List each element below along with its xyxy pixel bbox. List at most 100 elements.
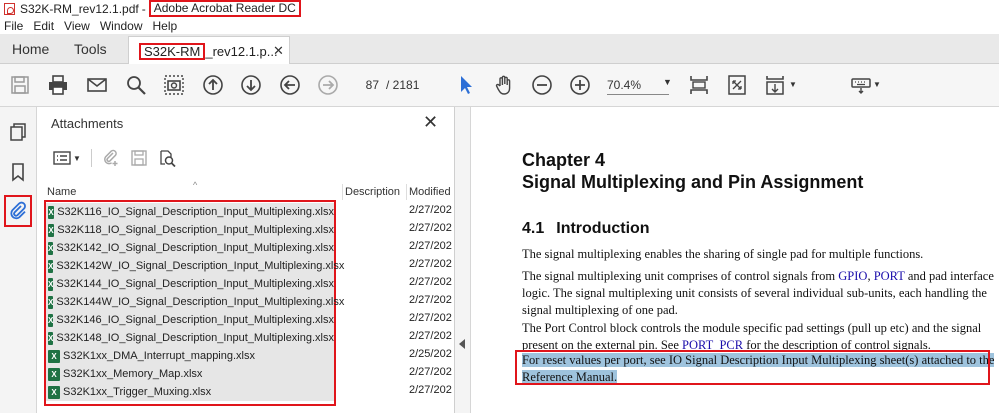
full-screen-icon[interactable] — [726, 74, 748, 96]
window-app-name: Adobe Acrobat Reader DC — [148, 0, 301, 17]
menu-view[interactable]: View — [64, 19, 90, 33]
bookmark-icon[interactable] — [5, 159, 31, 185]
panel-splitter[interactable] — [455, 107, 471, 413]
column-name[interactable]: Name — [47, 186, 76, 198]
column-separator[interactable] — [342, 184, 343, 200]
attachment-row[interactable]: X S32K142_IO_Signal_Description_Input_Mul… — [46, 239, 334, 257]
attachment-filename: S32K144W_IO_Signal_Description_Input_Mul… — [56, 296, 345, 308]
close-icon[interactable]: ✕ — [423, 112, 438, 133]
more-tools-dropdown-icon[interactable]: ▼ — [873, 80, 881, 89]
paragraph-2-text-a: The signal multiplexing unit comprises o… — [522, 269, 839, 283]
add-attachment-icon[interactable] — [100, 147, 122, 169]
attachment-modified-date: 2/27/202 — [409, 222, 452, 234]
options-dropdown-icon[interactable]: ▼ — [73, 154, 81, 163]
attachment-row[interactable]: X S32K142W_IO_Signal_Description_Input_Mu… — [46, 257, 344, 275]
scroll-mode-icon[interactable] — [764, 74, 786, 96]
tab-bar: Home Tools S32K-RM _rev12.1.p... ✕ — [0, 34, 999, 65]
excel-file-icon: X — [48, 223, 55, 237]
column-separator[interactable] — [406, 184, 407, 200]
search-attachments-icon[interactable] — [156, 147, 178, 169]
section-number: 4.1 — [522, 220, 545, 237]
attachment-row[interactable]: X S32K116_IO_Signal_Description_Input_Mul… — [46, 203, 334, 221]
zoom-level-input[interactable] — [607, 75, 669, 95]
link-port[interactable]: PORT — [874, 269, 905, 283]
document-page: Chapter 4 Signal Multiplexing and Pin As… — [471, 107, 999, 413]
attachment-filename: S32K146_IO_Signal_Description_Input_Mult… — [56, 314, 334, 326]
page-number-input[interactable] — [356, 75, 382, 95]
attachments-file-list: X S32K116_IO_Signal_Description_Input_Mul… — [44, 200, 344, 406]
email-icon[interactable] — [86, 74, 108, 96]
attachments-panel: Attachments ✕ ▼ Name ^ Description Modif… — [37, 107, 455, 413]
tab-home[interactable]: Home — [12, 41, 49, 57]
attachment-filename: S32K1xx_Trigger_Muxing.xlsx — [63, 386, 212, 398]
attachment-modified-date: 2/25/202 — [409, 348, 452, 360]
excel-file-icon: X — [48, 241, 54, 255]
print-icon[interactable] — [47, 74, 69, 96]
page-thumbnails-icon[interactable] — [5, 119, 31, 145]
attachment-row[interactable]: X S32K1xx_Trigger_Muxing.xlsx — [46, 383, 334, 401]
attachment-row[interactable]: X S32K1xx_Memory_Map.xlsx — [46, 365, 334, 383]
zoom-dropdown-icon[interactable]: ▼ — [663, 77, 672, 87]
attachment-row[interactable]: X S32K148_IO_Signal_Description_Input_Mul… — [46, 329, 334, 347]
tab-document-label: S32K-RM _rev12.1.p... — [139, 43, 278, 60]
sort-ascending-icon: ^ — [193, 180, 198, 190]
page-down-icon[interactable] — [240, 74, 262, 96]
excel-file-icon: X — [48, 385, 60, 399]
attachment-filename: S32K118_IO_Signal_Description_Input_Mult… — [57, 224, 334, 236]
attachment-modified-date: 2/27/202 — [409, 330, 452, 342]
tab-document-label-highlight: S32K-RM — [139, 43, 206, 60]
menu-help[interactable]: Help — [153, 19, 178, 33]
attachments-column-header: Name ^ Description Modified — [46, 180, 451, 200]
attachment-row[interactable]: X S32K144_IO_Signal_Description_Input_Mul… — [46, 275, 334, 293]
hand-icon[interactable] — [493, 74, 515, 96]
paragraph-2: The signal multiplexing unit comprises o… — [522, 268, 997, 319]
attachment-modified-date: 2/27/202 — [409, 384, 452, 396]
options-list-icon[interactable] — [51, 147, 73, 169]
attachment-row[interactable]: X S32K1xx_DMA_Interrupt_mapping.xlsx — [46, 347, 334, 365]
main-toolbar: / 2181 ▼ ▼ ▼ — [0, 64, 999, 107]
fit-page-icon[interactable] — [688, 74, 710, 96]
back-icon[interactable] — [279, 74, 301, 96]
excel-file-icon: X — [48, 277, 54, 291]
paragraph-1: The signal multiplexing enables the shar… — [522, 247, 924, 261]
attachment-modified-date: 2/27/202 — [409, 294, 452, 306]
menu-window[interactable]: Window — [100, 19, 143, 33]
attachment-row[interactable]: X S32K146_IO_Signal_Description_Input_Mul… — [46, 311, 334, 329]
keyboard-icon[interactable] — [850, 74, 872, 96]
tab-document-label-rest: _rev12.1.p... — [205, 44, 278, 59]
attachment-filename: S32K142_IO_Signal_Description_Input_Mult… — [56, 242, 334, 254]
attachment-modified-date: 2/27/202 — [409, 204, 452, 216]
screenshot-icon[interactable] — [163, 74, 185, 96]
excel-file-icon: X — [48, 295, 54, 309]
collapse-panel-icon[interactable] — [459, 339, 465, 349]
attachment-row[interactable]: X S32K118_IO_Signal_Description_Input_Mul… — [46, 221, 334, 239]
attachment-filename: S32K148_IO_Signal_Description_Input_Mult… — [56, 332, 334, 344]
attachments-paperclip-icon[interactable] — [4, 195, 32, 227]
attachment-row[interactable]: X S32K144W_IO_Signal_Description_Input_Mu… — [46, 293, 344, 311]
title-bar: S32K-RM_rev12.1.pdf - Adobe Acrobat Read… — [0, 0, 999, 17]
attachment-filename: S32K144_IO_Signal_Description_Input_Mult… — [56, 278, 334, 290]
scroll-mode-dropdown-icon[interactable]: ▼ — [789, 80, 797, 89]
column-modified[interactable]: Modified — [409, 186, 451, 198]
attachment-filename: S32K142W_IO_Signal_Description_Input_Mul… — [56, 260, 345, 272]
tab-tools[interactable]: Tools — [74, 41, 107, 57]
zoom-out-icon[interactable] — [531, 74, 553, 96]
forward-icon[interactable] — [317, 74, 339, 96]
chapter-heading: Chapter 4 Signal Multiplexing and Pin As… — [522, 149, 863, 193]
attachment-modified-date: 2/27/202 — [409, 366, 452, 378]
menu-file[interactable]: File — [4, 19, 23, 33]
menu-edit[interactable]: Edit — [33, 19, 54, 33]
zoom-in-icon[interactable] — [569, 74, 591, 96]
save-icon[interactable] — [9, 74, 31, 96]
attachments-toolbar: ▼ — [51, 147, 184, 169]
page-up-icon[interactable] — [202, 74, 224, 96]
tab-close-icon[interactable]: ✕ — [273, 43, 284, 59]
chapter-title: Signal Multiplexing and Pin Assignment — [522, 172, 864, 192]
attachment-filename: S32K1xx_Memory_Map.xlsx — [63, 368, 203, 380]
save-attachment-icon[interactable] — [128, 147, 150, 169]
tab-document[interactable]: S32K-RM _rev12.1.p... ✕ — [128, 36, 290, 65]
link-gpio[interactable]: GPIO — [838, 269, 867, 283]
select-cursor-icon[interactable] — [455, 74, 477, 96]
search-icon[interactable] — [125, 74, 147, 96]
column-description[interactable]: Description — [345, 186, 400, 198]
